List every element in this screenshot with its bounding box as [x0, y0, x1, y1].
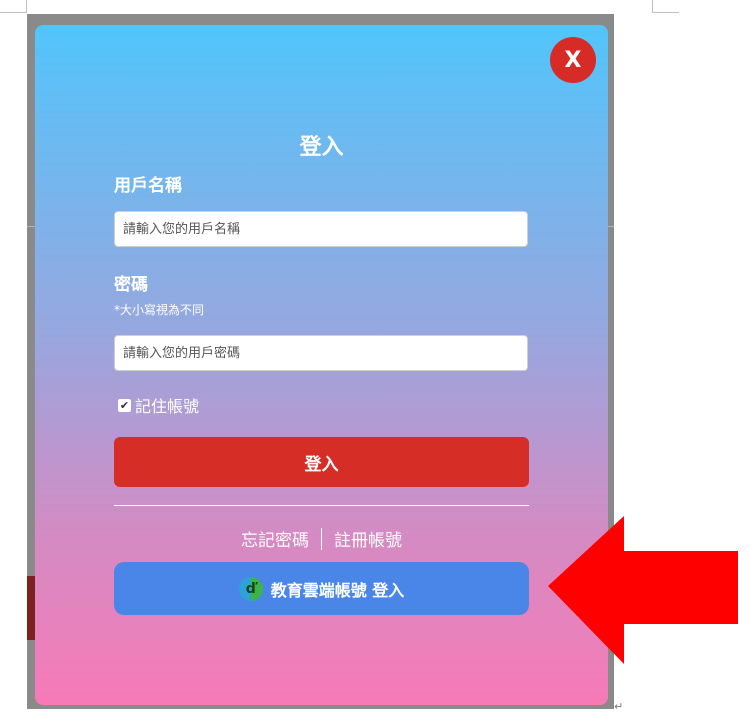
remember-account[interactable]: ✔ 記住帳號 [118, 393, 199, 417]
register-link[interactable]: 註冊帳號 [334, 526, 402, 551]
link-separator [321, 527, 322, 550]
close-button[interactable]: X [550, 37, 596, 83]
username-label: 用戶名稱 [114, 176, 182, 196]
remember-label: 記住帳號 [135, 397, 200, 416]
login-modal: X 登入 用戶名稱 密碼 *大小寫視為不同 ✔ 記住帳號 登入 忘記密碼 註冊帳… [35, 25, 608, 705]
password-hint: *大小寫視為不同 [114, 303, 205, 317]
checkmark-icon: ✔ [119, 398, 130, 412]
login-button[interactable]: 登入 [114, 437, 529, 487]
edu-cloud-login-button[interactable]: ď 教育雲端帳號 登入 [114, 562, 529, 615]
close-icon: X [564, 47, 582, 73]
edu-cloud-logo-icon: ď [238, 576, 263, 601]
account-links: 忘記密碼 註冊帳號 [35, 526, 608, 551]
edu-cloud-login-label: 教育雲端帳號 登入 [270, 580, 405, 600]
login-button-label: 登入 [304, 454, 339, 475]
page-corner-mark-top-right [652, 0, 679, 13]
divider [114, 505, 529, 506]
arrow-left-icon [548, 516, 738, 664]
page-corner-mark-top-left [0, 0, 27, 13]
password-label: 密碼 [114, 275, 148, 295]
username-input[interactable] [114, 211, 528, 247]
forgot-password-link[interactable]: 忘記密碼 [241, 526, 309, 551]
password-input[interactable] [114, 335, 528, 371]
background-button-fragment [27, 576, 35, 640]
modal-title: 登入 [299, 135, 344, 160]
remember-checkbox[interactable]: ✔ [118, 398, 131, 412]
paragraph-mark-icon: ↵ [614, 700, 624, 713]
